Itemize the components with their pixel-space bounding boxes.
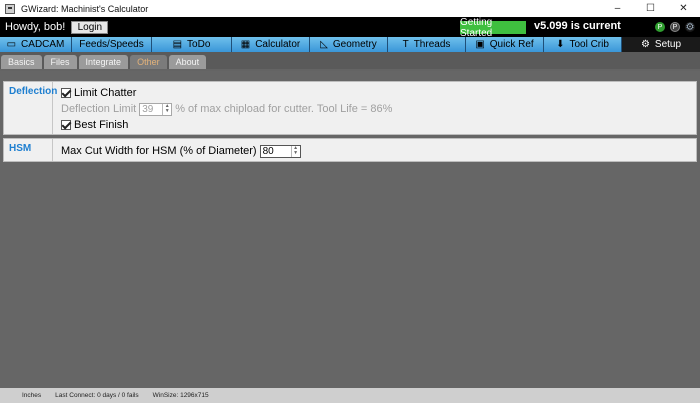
tab-tool-crib[interactable]: ⬇ Tool Crib: [544, 37, 622, 52]
minimize-button[interactable]: –: [601, 0, 634, 17]
best-finish-label: Best Finish: [74, 119, 129, 131]
tab-label: Feeds/Speeds: [79, 39, 144, 50]
max-cut-width-spinner[interactable]: 80 ▲ ▼: [259, 144, 301, 158]
deflection-suffix-text: % of max chipload for cutter. Tool Life …: [175, 103, 393, 115]
spinner-down-icon[interactable]: ▼: [292, 151, 300, 157]
threads-icon: T: [402, 38, 409, 50]
calculator-icon: ▦: [240, 38, 251, 50]
max-cut-width-row: Max Cut Width for HSM (% of Diameter) 80…: [61, 143, 696, 159]
window-title: GWizard: Machinist's Calculator: [21, 3, 149, 14]
window-title-bar: GWizard: Machinist's Calculator – ☐ ✕: [0, 0, 700, 17]
deflection-panel-body: Limit Chatter Deflection Limit 39 ▲ ▼ % …: [53, 82, 696, 134]
tool-crib-icon: ⬇: [556, 38, 565, 50]
quick-ref-icon: ▣: [475, 38, 485, 50]
maximize-button[interactable]: ☐: [634, 0, 667, 17]
status-win-size: WinSize: 1296x715: [152, 392, 209, 399]
window-controls: – ☐ ✕: [601, 0, 700, 17]
hsm-panel-body: Max Cut Width for HSM (% of Diameter) 80…: [53, 139, 696, 161]
todo-icon: ▤: [172, 38, 183, 50]
subtab-about[interactable]: About: [168, 55, 207, 69]
tab-todo[interactable]: ▤ ToDo: [152, 37, 232, 52]
setup-gear-icon: ⚙: [640, 38, 650, 50]
deflection-limit-spinner[interactable]: 39 ▲ ▼: [139, 102, 173, 116]
subtab-files[interactable]: Files: [43, 55, 77, 69]
spinner-down-icon[interactable]: ▼: [163, 109, 171, 115]
login-button[interactable]: Login: [71, 20, 109, 34]
hsm-section-label: HSM: [4, 139, 53, 161]
content-area: Deflection Limit Chatter Deflection Limi…: [0, 71, 700, 388]
deflection-panel: Deflection Limit Chatter Deflection Limi…: [3, 81, 697, 135]
limit-chatter-label: Limit Chatter: [74, 87, 137, 99]
best-finish-checkbox[interactable]: [61, 120, 71, 130]
limit-chatter-checkbox[interactable]: [61, 88, 71, 98]
tab-label: Quick Ref: [489, 39, 534, 50]
status-units: Inches: [22, 392, 42, 399]
tab-label: Geometry: [332, 39, 377, 50]
tab-quick-ref[interactable]: ▣ Quick Ref: [466, 37, 544, 52]
getting-started-button[interactable]: Getting Started: [460, 17, 526, 39]
deflection-limit-label: Deflection Limit: [61, 103, 137, 115]
tab-label: Tool Crib: [569, 39, 609, 50]
tab-threads[interactable]: T Threads: [388, 37, 466, 52]
cadcam-icon: ▭: [6, 38, 17, 50]
tab-label: Threads: [413, 39, 451, 50]
limit-chatter-row: Limit Chatter: [61, 85, 696, 101]
tab-label: CADCAM: [21, 39, 65, 50]
greeting-text: Howdy, bob!: [5, 21, 66, 33]
p-circle-icon[interactable]: P: [655, 22, 665, 32]
best-finish-row: Best Finish: [61, 117, 696, 133]
status-bar: Inches Last Connect: 0 days / 0 fails Wi…: [0, 388, 700, 403]
max-cut-width-value: 80: [262, 145, 274, 157]
header-bar: Howdy, bob! Login Getting Started v5.099…: [0, 17, 700, 39]
gear-icon[interactable]: ⚙: [685, 22, 695, 33]
tab-label: ToDo: [187, 39, 211, 50]
tab-cadcam[interactable]: ▭ CADCAM: [0, 37, 72, 52]
subtab-other[interactable]: Other: [130, 55, 167, 69]
subtab-basics[interactable]: Basics: [1, 55, 42, 69]
max-cut-width-label: Max Cut Width for HSM (% of Diameter): [61, 145, 257, 157]
deflection-section-label: Deflection: [4, 82, 57, 134]
tab-geometry[interactable]: ◺ Geometry: [310, 37, 388, 52]
sub-nav: Basics Files Integrate Other About: [0, 52, 700, 69]
spinner-arrows: ▲ ▼: [290, 145, 300, 157]
main-nav: ▭ CADCAM Feeds/Speeds ▤ ToDo ▦ Calculato…: [0, 37, 700, 52]
geometry-icon: ◺: [320, 38, 328, 50]
paypal-icon[interactable]: P: [670, 22, 680, 32]
tab-calculator[interactable]: ▦ Calculator: [232, 37, 310, 52]
tab-label: Setup: [654, 39, 682, 50]
status-last-connect: Last Connect: 0 days / 0 fails: [55, 392, 139, 399]
subtab-integrate[interactable]: Integrate: [78, 55, 129, 69]
tab-setup[interactable]: ⚙ Setup: [622, 37, 700, 52]
close-button[interactable]: ✕: [667, 0, 700, 17]
deflection-limit-value: 39: [142, 103, 154, 115]
deflection-limit-row: Deflection Limit 39 ▲ ▼ % of max chiploa…: [61, 101, 696, 117]
tab-label: Calculator: [255, 39, 301, 50]
hsm-panel: HSM Max Cut Width for HSM (% of Diameter…: [3, 138, 697, 162]
tab-feeds-speeds[interactable]: Feeds/Speeds: [72, 37, 152, 52]
app-icon: [5, 3, 15, 14]
spinner-arrows: ▲ ▼: [162, 103, 171, 115]
version-text: v5.099 is current: [534, 20, 621, 32]
